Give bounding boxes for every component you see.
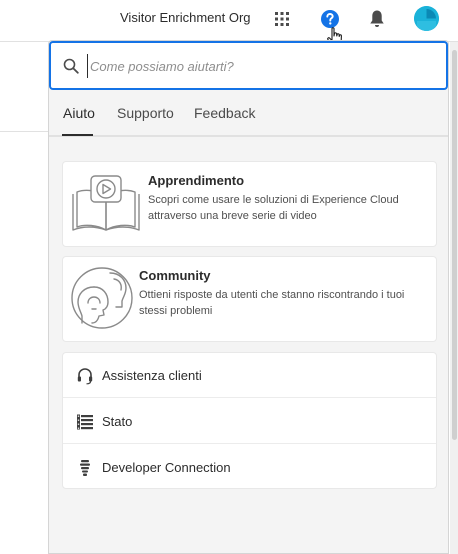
card-description: Ottieni risposte da utenti che stanno ri…: [139, 289, 405, 317]
bulb-icon: [80, 460, 90, 476]
video-book-icon: [72, 175, 140, 231]
search-box[interactable]: [49, 41, 448, 90]
org-name[interactable]: Visitor Enrichment Org: [120, 10, 251, 25]
help-tabs: Aiuto Supporto Feedback: [49, 93, 448, 137]
search-icon: [63, 58, 79, 74]
help-popover: Aiuto Supporto Feedback Apprendimento Sc…: [48, 40, 449, 554]
status-list-icon: [77, 414, 93, 430]
apps-grid-icon[interactable]: [274, 11, 290, 27]
community-card[interactable]: Community Ottieni risposte da utenti che…: [62, 256, 437, 342]
help-links-list: Assistenza clienti Stato Developer Conne…: [62, 352, 437, 489]
tab-aiuto[interactable]: Aiuto: [63, 105, 95, 121]
bell-icon[interactable]: [368, 9, 386, 29]
page-scrollbar-thumb[interactable]: [452, 50, 457, 440]
card-title: Apprendimento: [148, 173, 245, 188]
list-item-label: Assistenza clienti: [102, 368, 202, 383]
list-item-label: Developer Connection: [102, 460, 231, 475]
tab-feedback[interactable]: Feedback: [194, 105, 255, 121]
link-stato[interactable]: Stato: [63, 399, 436, 444]
headset-icon: [77, 368, 93, 385]
background-divider: [0, 131, 50, 132]
tab-supporto[interactable]: Supporto: [117, 105, 174, 121]
top-header: Visitor Enrichment Org: [0, 0, 458, 42]
learning-card[interactable]: Apprendimento Scopri come usare le soluz…: [62, 161, 437, 247]
card-title: Community: [139, 268, 211, 283]
list-item-label: Stato: [102, 414, 133, 429]
avatar-shape-icon: [414, 6, 439, 31]
search-input[interactable]: [87, 54, 427, 78]
link-assistenza-clienti[interactable]: Assistenza clienti: [63, 353, 436, 398]
card-description: Scopri come usare le soluzioni di Experi…: [148, 194, 399, 222]
community-heads-icon: [71, 267, 133, 329]
link-developer-connection[interactable]: Developer Connection: [63, 445, 436, 490]
active-tab-indicator: [62, 134, 93, 136]
avatar[interactable]: [414, 6, 439, 31]
